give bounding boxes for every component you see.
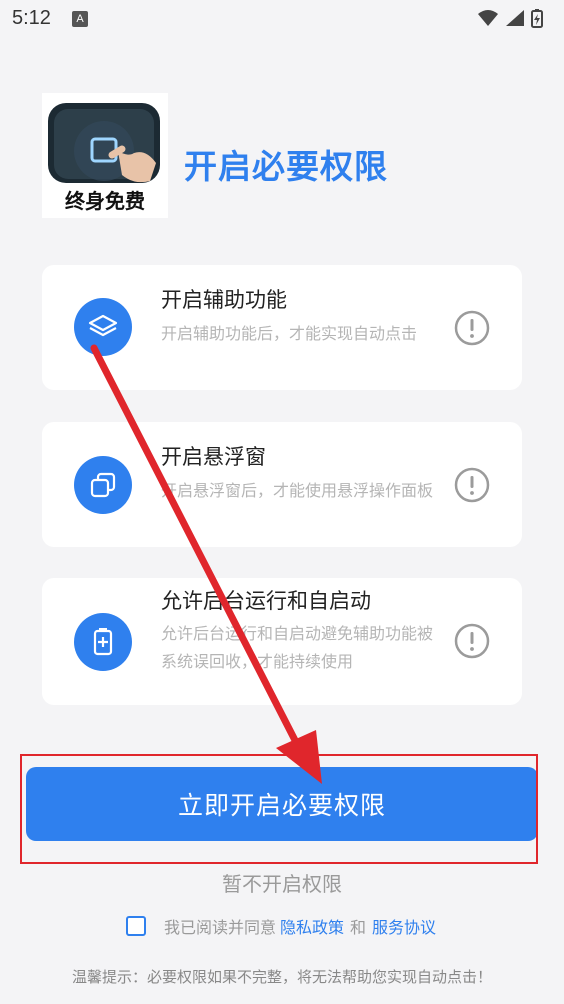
skip-permissions-button[interactable]: 暂不开启权限: [0, 868, 564, 897]
page-title: 开启必要权限: [184, 147, 388, 186]
logo-text: 终身免费: [65, 189, 145, 213]
service-agreement-link[interactable]: 服务协议: [372, 914, 436, 938]
permission-card-background[interactable]: 允许后台运行和自启动 允许后台运行和自启动避免辅助功能被系统误回收，才能持续使用: [42, 578, 522, 705]
wifi-icon: [478, 10, 498, 26]
permission-title: 开启悬浮窗: [161, 445, 266, 469]
privacy-policy-link[interactable]: 隐私政策: [280, 914, 344, 938]
tip-text: 温馨提示：必要权限如果不完整，将无法帮助您实现自动点击！: [71, 968, 492, 986]
permission-desc: 允许后台运行和自启动避免辅助功能被系统误回收，才能持续使用: [161, 624, 434, 671]
permission-title: 允许后台运行和自启动: [161, 589, 371, 613]
enable-permissions-button[interactable]: 立即开启必要权限: [26, 767, 538, 841]
status-icons: [478, 9, 543, 28]
battery-icon: [531, 9, 543, 28]
permission-card-accessibility[interactable]: 开启辅助功能 开启辅助功能后，才能实现自动点击: [42, 265, 522, 390]
status-time: 5:12: [12, 7, 51, 29]
battery-plus-icon: [74, 613, 132, 671]
info-icon[interactable]: [454, 310, 490, 346]
info-icon[interactable]: [454, 467, 490, 503]
permission-desc: 开启辅助功能后，才能实现自动点击: [161, 324, 418, 343]
agreement-text: 我已阅读并同意: [164, 918, 277, 937]
agree-checkbox[interactable]: [126, 916, 146, 936]
info-icon[interactable]: [454, 623, 490, 659]
permission-desc: 开启悬浮窗后，才能使用悬浮操作面板: [161, 481, 434, 500]
layers-icon: [74, 298, 132, 356]
status-bar: 5:12 A: [0, 0, 564, 40]
permission-card-overlay[interactable]: 开启悬浮窗 开启悬浮窗后，才能使用悬浮操作面板: [42, 422, 522, 547]
app-logo: 终身免费: [42, 93, 168, 218]
window-icon: [74, 456, 132, 514]
notification-icon: A: [72, 11, 88, 27]
permission-title: 开启辅助功能: [161, 288, 287, 312]
agreement-and: 和: [350, 918, 367, 937]
signal-icon: [506, 10, 524, 26]
agreement-row: 我已阅读并同意 隐私政策 和 服务协议: [126, 914, 436, 938]
